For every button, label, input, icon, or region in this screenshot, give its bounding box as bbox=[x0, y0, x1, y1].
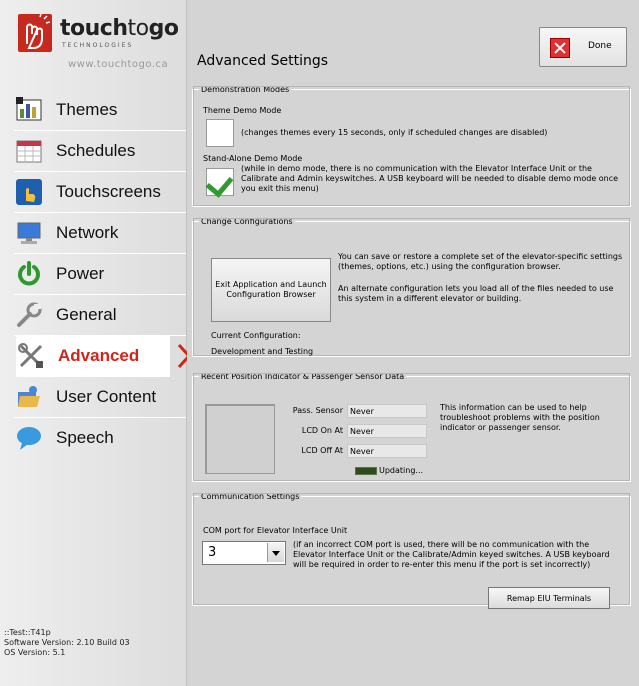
sidebar-item-label: Schedules bbox=[56, 141, 136, 160]
monitor-icon bbox=[17, 222, 41, 244]
config-group: Change Configurations Exit Application a… bbox=[192, 217, 631, 357]
pass-sensor-label: Pass. Sensor bbox=[292, 406, 343, 415]
brand-url: www.touchtogo.ca bbox=[68, 59, 169, 70]
sidebar-item-power[interactable]: Power bbox=[14, 254, 186, 295]
touch-hand-icon bbox=[16, 179, 42, 205]
sidebar-item-label: Network bbox=[56, 223, 119, 242]
brand-subtitle: TECHNOLOGIES bbox=[62, 42, 134, 49]
sidebar-item-schedules[interactable]: Schedules bbox=[14, 131, 186, 172]
position-indicator-preview bbox=[205, 404, 275, 474]
updating-label: Updating... bbox=[379, 466, 424, 475]
theme-demo-desc: (changes themes every 15 seconds, only i… bbox=[241, 128, 548, 137]
sidebar-item-touchscreens[interactable]: Touchscreens bbox=[14, 172, 186, 213]
tools-icon bbox=[18, 343, 43, 368]
calendar-icon bbox=[16, 140, 42, 163]
communication-legend: Communication Settings bbox=[201, 492, 300, 501]
lcd-on-value: Never bbox=[347, 424, 427, 438]
sidebar-item-label: Power bbox=[56, 264, 105, 283]
speech-bubble-icon bbox=[17, 427, 41, 450]
sidebar-item-label: Themes bbox=[56, 100, 118, 119]
sidebar-item-general[interactable]: General bbox=[14, 295, 186, 336]
config-desc-2: An alternate configuration lets you load… bbox=[338, 284, 614, 303]
sidebar-item-themes[interactable]: Themes bbox=[14, 90, 186, 131]
sidebar-item-label: General bbox=[56, 305, 117, 324]
remap-eiu-terminals-button[interactable]: Remap EIU Terminals bbox=[488, 587, 610, 609]
com-port-value: 3 bbox=[208, 545, 217, 560]
sidebar-item-label: User Content bbox=[56, 387, 157, 406]
touchtogo-logo-icon bbox=[18, 13, 52, 52]
demo-modes-group: Demonstration Modes Theme Demo Mode (cha… bbox=[192, 85, 631, 207]
communication-group: Communication Settings COM port for Elev… bbox=[192, 492, 631, 609]
page-title: Advanced Settings bbox=[197, 53, 329, 69]
os-version: OS Version: 5.1 bbox=[4, 648, 66, 657]
config-legend: Change Configurations bbox=[201, 217, 293, 226]
done-button-label: Done bbox=[588, 41, 612, 51]
lcd-off-label: LCD Off At bbox=[301, 446, 343, 455]
build-tag: ::Test::T41p bbox=[4, 628, 51, 637]
standalone-demo-checkbox[interactable] bbox=[205, 168, 234, 198]
brand-logo: touchtogo TECHNOLOGIES www.touchtogo.ca bbox=[18, 13, 179, 78]
sensor-data-group: Recent Position Indicator & Passenger Se… bbox=[192, 372, 631, 482]
updating-led-indicator bbox=[355, 467, 377, 475]
sidebar-item-label: Speech bbox=[56, 428, 114, 447]
chevron-down-icon[interactable] bbox=[267, 543, 284, 562]
launch-config-browser-button[interactable]: Exit Application and Launch Configuratio… bbox=[211, 258, 331, 322]
sidebar-item-network[interactable]: Network bbox=[14, 213, 186, 254]
sensor-desc: This information can be used to help tro… bbox=[440, 403, 600, 432]
sidebar-item-user-content[interactable]: User Content bbox=[14, 377, 186, 418]
theme-demo-label: Theme Demo Mode bbox=[203, 106, 282, 115]
com-port-label: COM port for Elevator Interface Unit bbox=[203, 526, 348, 535]
power-icon bbox=[18, 261, 40, 286]
sidebar-item-advanced[interactable]: Advanced bbox=[16, 336, 192, 377]
sidebar: touchtogo TECHNOLOGIES www.touchtogo.ca … bbox=[0, 0, 192, 686]
standalone-demo-desc: (while in demo mode, there is no communi… bbox=[241, 164, 619, 193]
config-desc-1: You can save or restore a complete set o… bbox=[338, 252, 623, 271]
brand-name: touchtogo bbox=[60, 16, 179, 41]
pass-sensor-value: Never bbox=[347, 404, 427, 418]
themes-icon bbox=[16, 97, 42, 121]
version-info: ::Test::T41p Software Version: 2.10 Buil… bbox=[4, 628, 130, 658]
com-port-select[interactable]: 3 bbox=[202, 541, 286, 565]
wrench-icon bbox=[17, 302, 42, 327]
main-panel: Advanced Settings Done Demonstration Mod… bbox=[187, 0, 639, 686]
sidebar-item-label: Advanced bbox=[58, 346, 140, 365]
folder-icon bbox=[18, 386, 40, 407]
sidebar-nav: Themes Schedules Touchscreens Network Po… bbox=[14, 90, 192, 458]
checkmark-icon bbox=[205, 169, 234, 198]
done-button[interactable]: Done bbox=[539, 27, 627, 67]
current-config-value: Development and Testing bbox=[211, 347, 314, 356]
lcd-off-value: Never bbox=[347, 444, 427, 458]
software-version: Software Version: 2.10 Build 03 bbox=[4, 638, 130, 647]
sidebar-item-label: Touchscreens bbox=[56, 182, 161, 201]
sensor-data-legend: Recent Position Indicator & Passenger Se… bbox=[201, 372, 405, 381]
current-config-label: Current Configuration: bbox=[211, 331, 301, 340]
lcd-on-label: LCD On At bbox=[301, 426, 343, 435]
com-port-desc: (if an incorrect COM port is used, there… bbox=[293, 540, 610, 569]
sidebar-item-speech[interactable]: Speech bbox=[14, 418, 186, 458]
standalone-demo-label: Stand-Alone Demo Mode bbox=[203, 154, 303, 163]
theme-demo-checkbox[interactable] bbox=[206, 119, 234, 147]
demo-modes-legend: Demonstration Modes bbox=[201, 85, 290, 94]
close-icon bbox=[550, 38, 570, 58]
